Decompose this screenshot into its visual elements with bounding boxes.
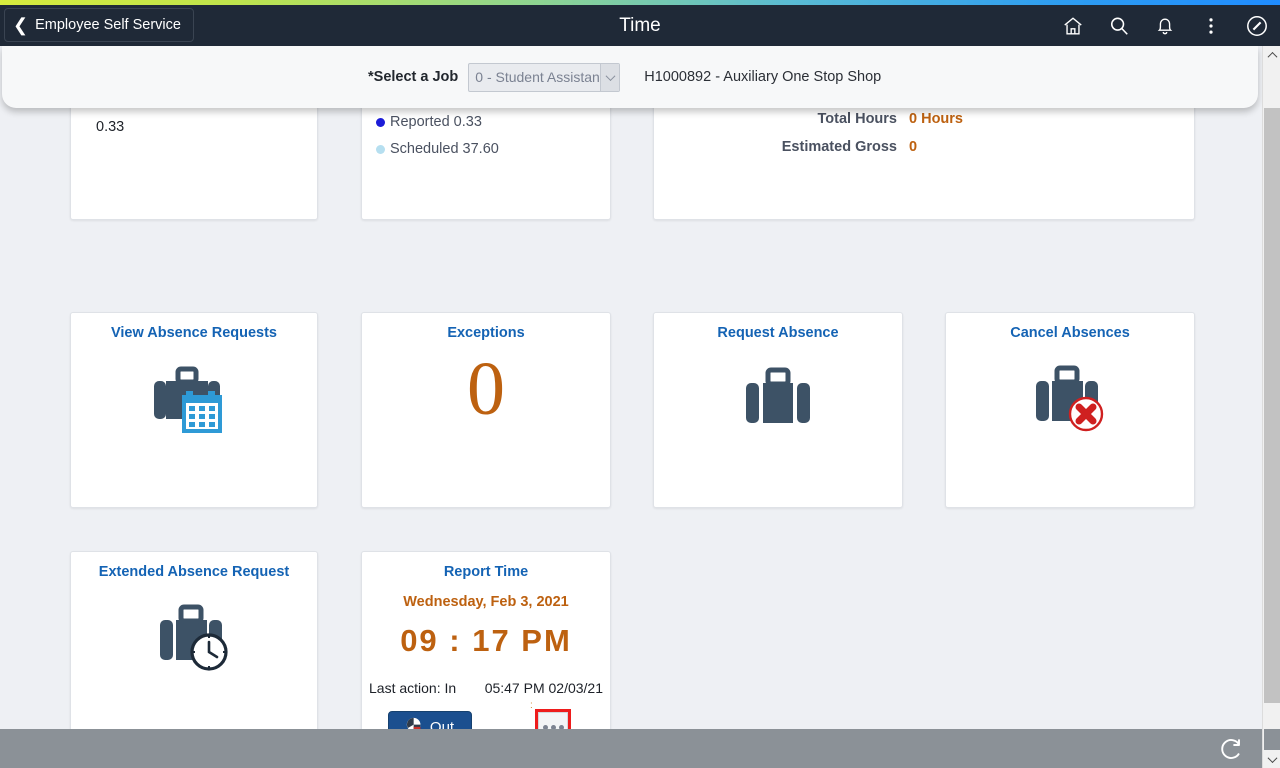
header-icon-group xyxy=(1060,5,1270,46)
summary-list: Total Hours 0 Hours Estimated Gross 0 xyxy=(654,111,1194,167)
estimated-gross-label: Estimated Gross xyxy=(781,139,897,155)
tile-view-absence-requests[interactable]: View Absence Requests xyxy=(70,312,318,508)
estimated-gross-value: 0 xyxy=(909,139,918,155)
total-hours-label: Total Hours xyxy=(817,111,897,127)
vertical-scrollbar[interactable] xyxy=(1262,46,1280,768)
navbar-compass-icon[interactable] xyxy=(1244,13,1270,39)
tile-report-time[interactable]: Report Time Wednesday, Feb 3, 2021 09 : … xyxy=(361,551,611,729)
tile-title: Report Time xyxy=(443,564,529,580)
punch-clock-icon xyxy=(406,717,423,729)
tile-title: Exceptions xyxy=(447,325,525,341)
search-icon[interactable] xyxy=(1106,13,1132,39)
punch-out-button-label: Out xyxy=(429,718,455,730)
tile-title: View Absence Requests xyxy=(110,325,277,341)
legend-label-reported: Reported 0.33 xyxy=(390,114,482,130)
chevron-up-icon[interactable] xyxy=(1263,46,1280,64)
actions-menu-icon[interactable] xyxy=(1198,13,1224,39)
tile-extended-absence-request[interactable]: Extended Absence Request xyxy=(70,551,318,729)
department-text: H1000892 - Auxiliary One Stop Shop xyxy=(644,69,882,85)
tile-exceptions[interactable]: Exceptions 0 xyxy=(361,312,611,508)
report-time-clock: 09 : 17 PM xyxy=(400,623,572,658)
chart-legend: Reported 0.33 Scheduled 37.60 xyxy=(376,114,499,168)
app-root: Time ❮ Employee Self Service 0.33 Report… xyxy=(0,0,1280,768)
accent-stripe xyxy=(0,0,1280,5)
scrollbar-track[interactable] xyxy=(1263,64,1280,750)
scrollbar-footer-segment xyxy=(1264,729,1280,750)
select-job-label: *Select a Job xyxy=(368,69,459,85)
refresh-icon[interactable] xyxy=(1216,734,1246,764)
back-to-employee-self-service-button[interactable]: ❮ Employee Self Service xyxy=(4,8,194,42)
home-icon[interactable] xyxy=(1060,13,1086,39)
reported-hours-value: 0.33 xyxy=(96,119,125,135)
page-content: 0.33 Reported 0.33 Scheduled 37.60 Total… xyxy=(0,46,1262,729)
summary-row-estimated-gross: Estimated Gross 0 xyxy=(654,139,1194,155)
punch-out-button[interactable]: Out xyxy=(388,711,472,729)
last-action-label: Last action: In xyxy=(369,680,457,696)
legend-dot-scheduled xyxy=(376,144,385,154)
select-job-row: *Select a Job 0 - Student Assistant H100… xyxy=(368,62,882,92)
select-job-panel: *Select a Job 0 - Student Assistant H100… xyxy=(2,46,1258,108)
tile-cancel-absences[interactable]: Cancel Absences xyxy=(945,312,1195,508)
exceptions-count: 0 xyxy=(467,347,505,431)
legend-item-reported: Reported 0.33 xyxy=(376,114,499,130)
chevron-left-icon: ❮ xyxy=(13,15,29,35)
briefcase-icon xyxy=(654,359,902,441)
tile-title: Extended Absence Request xyxy=(98,564,290,580)
stray-colon-artifact: : xyxy=(530,700,533,711)
legend-item-scheduled: Scheduled 37.60 xyxy=(376,141,499,157)
app-header: Time ❮ Employee Self Service xyxy=(0,5,1280,46)
last-action-row: Last action: In 05:47 PM 02/03/21 xyxy=(362,680,610,696)
chevron-down-icon[interactable] xyxy=(600,63,620,91)
select-job-dropdown[interactable]: 0 - Student Assistant xyxy=(468,62,621,92)
notifications-icon[interactable] xyxy=(1152,13,1178,39)
total-hours-value: 0 Hours xyxy=(909,111,963,127)
briefcase-cancel-icon xyxy=(946,359,1194,441)
last-action-value: 05:47 PM 02/03/21 xyxy=(484,680,603,696)
tile-title: Cancel Absences xyxy=(1010,325,1130,341)
report-time-date: Wednesday, Feb 3, 2021 xyxy=(403,594,569,610)
legend-label-scheduled: Scheduled 37.60 xyxy=(390,141,499,157)
summary-row-total-hours: Total Hours 0 Hours xyxy=(654,111,1194,127)
page-footer xyxy=(0,729,1262,768)
ellipsis-icon[interactable] xyxy=(535,709,571,729)
tile-title: Request Absence xyxy=(717,325,839,341)
tile-request-absence[interactable]: Request Absence xyxy=(653,312,903,508)
back-button-label: Employee Self Service xyxy=(35,17,181,33)
chevron-down-icon[interactable] xyxy=(1263,750,1280,768)
briefcase-clock-icon xyxy=(71,598,317,680)
report-time-actions: Out xyxy=(362,709,610,729)
scrollbar-thumb[interactable] xyxy=(1264,108,1280,703)
briefcase-calendar-icon xyxy=(71,359,317,441)
legend-dot-reported xyxy=(376,117,385,127)
select-job-value: 0 - Student Assistant xyxy=(475,69,604,85)
